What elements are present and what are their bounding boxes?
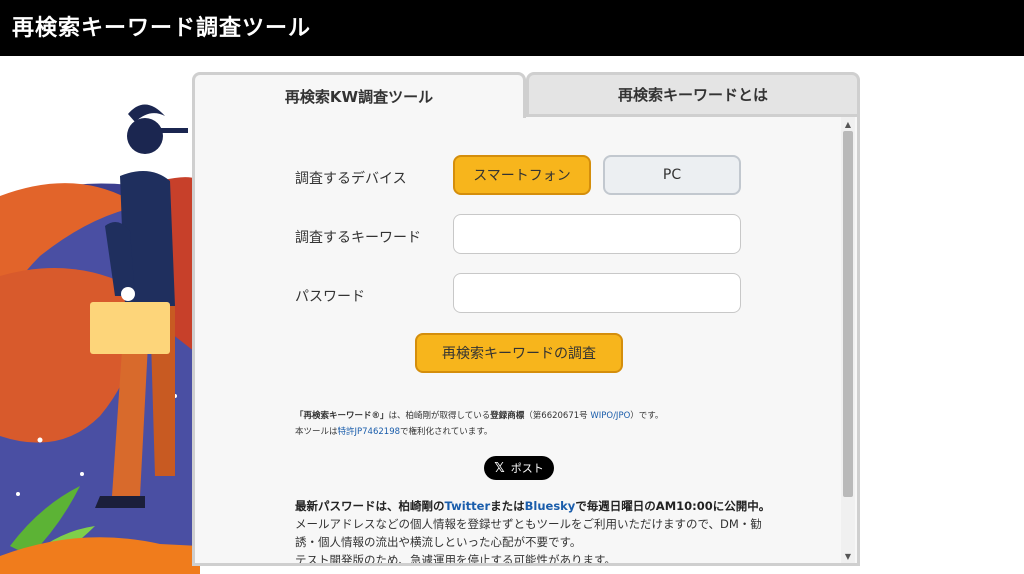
scroll-down-icon[interactable]: ▼ [841, 549, 855, 563]
bluesky-link[interactable]: Bluesky [525, 499, 576, 513]
keyword-label: 調査するキーワード [295, 230, 421, 246]
keyword-input[interactable] [453, 214, 741, 254]
briefcase-icon [90, 302, 170, 354]
password-input[interactable] [453, 273, 741, 313]
twitter-link[interactable]: Twitter [445, 499, 491, 513]
tab-about[interactable]: 再検索キーワードとは [526, 72, 860, 114]
trademark-text: は、柏崎剛が取得している [388, 411, 491, 421]
trademark-name: 「再検索キーワード®」 [295, 411, 389, 421]
scroll-up-icon[interactable]: ▲ [841, 117, 855, 131]
trademark-notice: 「再検索キーワード®」は、柏崎剛が取得している登録商標（第6620671号 WI… [295, 409, 663, 421]
password-info-suffix: で毎週日曜日のAM10:00に公開中。 [575, 499, 771, 513]
nose-shape [158, 128, 188, 133]
star-icon [16, 492, 20, 496]
x-post-label: ポスト [510, 462, 544, 475]
submit-search-button[interactable]: 再検索キーワードの調査 [415, 333, 623, 373]
scrollbar[interactable]: ▲ ▼ [841, 117, 855, 563]
trademark-number: （第6620671号 [524, 411, 591, 421]
password-info-prefix: 最新パスワードは、柏崎剛の [295, 499, 445, 513]
info-line-4: テスト開発版のため、急遽運用を停止する可能性があります。 [295, 553, 616, 566]
x-logo-icon: 𝕏 [494, 460, 505, 476]
tab-kw-tool[interactable]: 再検索KW調査ツール [192, 72, 526, 118]
patent-prefix: 本ツールは [295, 427, 338, 437]
wipo-jpo-link[interactable]: WIPO/JPO [590, 411, 630, 421]
trademark-registered: 登録商標 [490, 411, 525, 421]
device-pc-button[interactable]: PC [603, 155, 741, 195]
tool-panel: 再検索KW調査ツール 再検索キーワードとは ▲ ▼ 調査するデバイス スマートフ… [192, 72, 860, 566]
password-info-mid: または [490, 499, 525, 513]
page-title: 再検索キーワード調査ツール [12, 16, 312, 41]
device-smartphone-button[interactable]: スマートフォン [453, 155, 591, 195]
password-info: 最新パスワードは、柏崎剛のTwitterまたはBlueskyで毎週日曜日のAM1… [295, 498, 770, 514]
trademark-end: ）です。 [630, 411, 664, 421]
info-line-3: 誘・個人情報の流出や横流しといった心配が不要です。 [295, 535, 582, 549]
patent-notice: 本ツールは特許JP7462198で権利化されています。 [295, 425, 492, 437]
scrollbar-thumb[interactable] [843, 131, 853, 497]
tab-content: ▲ ▼ 調査するデバイス スマートフォン PC 調査するキーワード パスワード … [192, 114, 860, 566]
password-label: パスワード [295, 289, 365, 305]
hand-shape [121, 287, 135, 301]
shoe-shape [95, 496, 145, 508]
head-shape [127, 118, 163, 154]
patent-link[interactable]: 特許JP7462198 [338, 427, 401, 437]
star-icon [80, 472, 84, 476]
patent-suffix: で権利化されています。 [400, 427, 493, 437]
star-icon [37, 437, 43, 443]
device-label: 調査するデバイス [295, 171, 407, 187]
x-post-button[interactable]: 𝕏 ポスト [484, 456, 554, 480]
top-header-bar: 再検索キーワード調査ツール [0, 0, 1024, 56]
info-line-2: メールアドレスなどの個人情報を登録せずともツールをご利用いただけますので、DM・… [295, 517, 762, 531]
